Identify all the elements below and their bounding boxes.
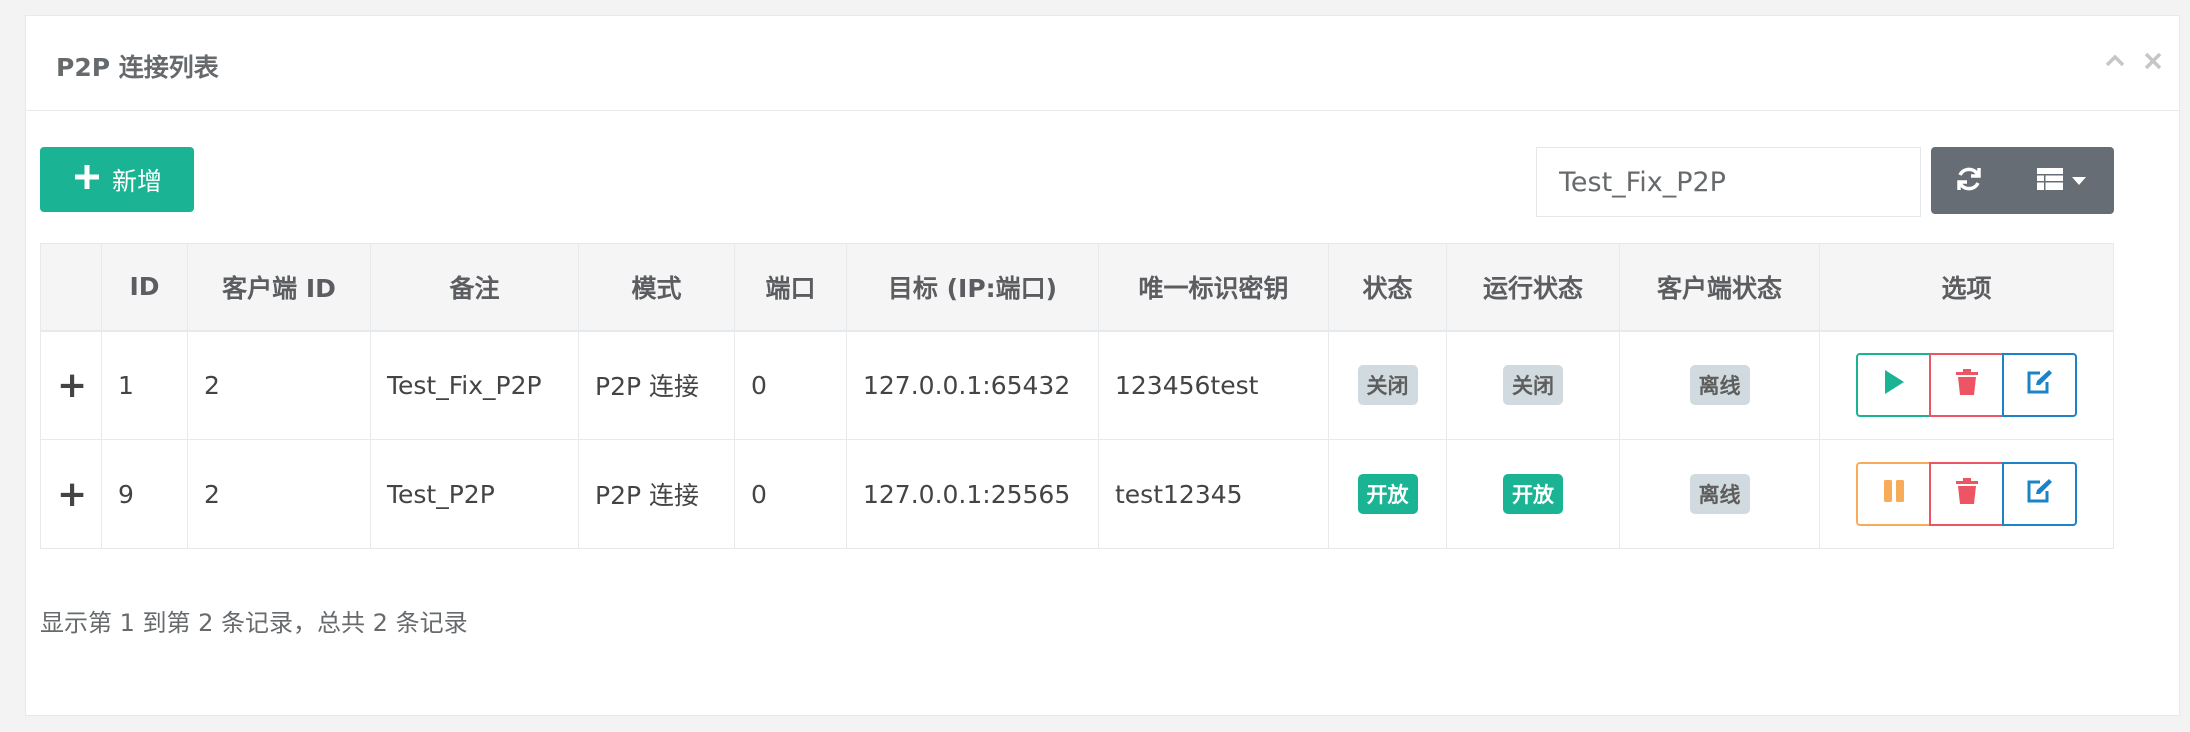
cell-mode: P2P 连接 — [578, 330, 735, 440]
chevron-up-icon[interactable] — [2103, 49, 2127, 73]
pause-icon — [1883, 479, 1905, 509]
table-row: + 9 2 Test_P2P P2P 连接 0 127.0.0.1:25565 … — [40, 439, 2114, 549]
table-toolbar-button-group — [1931, 147, 2114, 214]
cell-mode: P2P 连接 — [578, 439, 735, 549]
refresh-button[interactable] — [1931, 147, 2007, 214]
plus-icon — [72, 162, 102, 198]
column-header-mode[interactable]: 模式 — [578, 243, 735, 332]
column-header-options: 选项 — [1819, 243, 2114, 332]
add-button-label: 新增 — [111, 166, 162, 196]
client-status-badge: 离线 — [1689, 365, 1750, 406]
search-input[interactable] — [1536, 147, 1921, 217]
column-header-port[interactable]: 端口 — [734, 243, 847, 332]
delete-button[interactable] — [1929, 462, 2004, 526]
columns-toggle-button[interactable] — [2007, 147, 2114, 214]
cell-port: 0 — [734, 439, 847, 549]
cell-options — [1819, 330, 2114, 440]
edit-button[interactable] — [2002, 462, 2077, 526]
pagination-summary: 显示第 1 到第 2 条记录，总共 2 条记录 — [40, 609, 468, 637]
run-status-badge: 关闭 — [1503, 365, 1563, 406]
expand-row-button[interactable]: + — [40, 330, 102, 440]
close-icon[interactable] — [2141, 49, 2165, 73]
cell-client-id: 2 — [187, 439, 371, 549]
panel-tools — [2103, 49, 2165, 73]
cell-target: 127.0.0.1:65432 — [846, 330, 1099, 440]
play-icon — [1882, 369, 1906, 401]
column-header-target[interactable]: 目标 (IP:端口) — [846, 243, 1099, 332]
edit-button[interactable] — [2002, 353, 2077, 418]
pause-button[interactable] — [1856, 462, 1931, 526]
run-status-badge: 开放 — [1503, 474, 1563, 514]
cell-key: 123456test — [1098, 330, 1329, 440]
column-header-status[interactable]: 状态 — [1328, 243, 1447, 332]
row-actions — [1820, 353, 2113, 418]
table-row: + 1 2 Test_Fix_P2P P2P 连接 0 127.0.0.1:65… — [40, 330, 2114, 440]
column-header-expand — [40, 243, 102, 332]
trash-icon — [1955, 369, 1978, 401]
cell-remark: Test_P2P — [370, 439, 579, 549]
cell-key: test12345 — [1098, 439, 1329, 549]
delete-button[interactable] — [1929, 353, 2004, 418]
refresh-icon — [1954, 164, 1984, 198]
list-icon — [2036, 166, 2064, 196]
start-button[interactable] — [1856, 353, 1931, 418]
column-header-id[interactable]: ID — [101, 243, 188, 332]
cell-status: 开放 — [1328, 439, 1447, 549]
add-button[interactable]: 新增 — [40, 147, 194, 212]
row-actions — [1820, 462, 2113, 526]
column-header-client-status[interactable]: 客户端状态 — [1619, 243, 1820, 332]
cell-client-status: 离线 — [1619, 439, 1820, 549]
client-status-badge: 离线 — [1689, 474, 1750, 514]
cell-id: 9 — [101, 439, 188, 549]
edit-icon — [2026, 478, 2054, 510]
column-header-client-id[interactable]: 客户端 ID — [187, 243, 371, 332]
cell-options — [1819, 439, 2114, 549]
panel-header: P2P 连接列表 — [26, 16, 2179, 111]
cell-port: 0 — [734, 330, 847, 440]
column-header-key[interactable]: 唯一标识密钥 — [1098, 243, 1329, 332]
p2p-table: ID 客户端 ID 备注 模式 端口 目标 (IP:端口) 唯一标识密钥 状态 … — [40, 243, 2114, 549]
table-header-row: ID 客户端 ID 备注 模式 端口 目标 (IP:端口) 唯一标识密钥 状态 … — [40, 243, 2114, 332]
cell-id: 1 — [101, 330, 188, 440]
cell-remark: Test_Fix_P2P — [370, 330, 579, 440]
page-title: P2P 连接列表 — [56, 53, 219, 82]
column-header-remark[interactable]: 备注 — [370, 243, 579, 332]
expand-row-button[interactable]: + — [40, 439, 102, 549]
trash-icon — [1955, 478, 1978, 510]
edit-icon — [2026, 369, 2054, 401]
cell-run-status: 关闭 — [1446, 330, 1620, 440]
cell-status: 关闭 — [1328, 330, 1447, 440]
status-badge: 关闭 — [1357, 365, 1418, 406]
cell-target: 127.0.0.1:25565 — [846, 439, 1099, 549]
cell-client-status: 离线 — [1619, 330, 1820, 440]
cell-run-status: 开放 — [1446, 439, 1620, 549]
cell-client-id: 2 — [187, 330, 371, 440]
column-header-run-status[interactable]: 运行状态 — [1446, 243, 1620, 332]
caret-down-icon — [2071, 171, 2086, 190]
status-badge: 开放 — [1357, 474, 1418, 514]
